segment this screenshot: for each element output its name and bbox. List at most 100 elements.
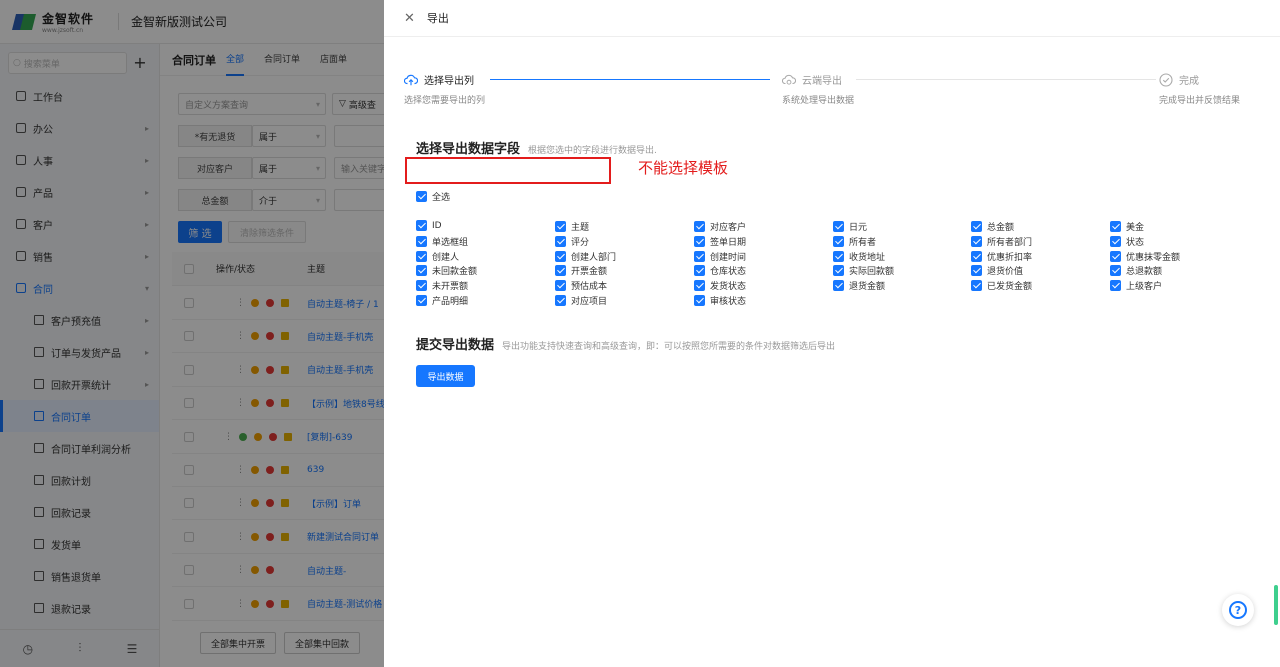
select-all-checkbox[interactable]: 全选 (416, 190, 450, 203)
step-connector (856, 79, 1156, 80)
field-checkbox[interactable]: 退货金额 (833, 279, 885, 292)
field-checkbox[interactable]: 未开票额 (416, 279, 468, 292)
field-label: 创建人部门 (571, 252, 617, 263)
field-label: 美金 (1126, 223, 1145, 233)
field-checkbox[interactable]: 优惠折扣率 (971, 250, 1032, 263)
checkbox-checked-icon (416, 295, 427, 306)
section-submit-export: 提交导出数据 导出功能支持快速查询和高级查询，即：可以按照您所需要的条件对数据筛… (416, 334, 835, 353)
field-label: 日元 (849, 223, 868, 233)
field-checkbox[interactable]: 单选框组 (416, 235, 468, 248)
field-label: 退货价值 (987, 267, 1024, 278)
field-label: 发货状态 (710, 282, 747, 293)
field-checkbox[interactable]: 未回款金额 (416, 264, 477, 277)
field-checkbox[interactable]: 收货地址 (833, 250, 885, 263)
field-label: 创建人 (432, 252, 460, 263)
step-cloud-export: 云端导出 系统处理导出数据 (782, 72, 854, 106)
checkbox-checked-icon (555, 295, 566, 306)
help-button[interactable]: ? (1222, 594, 1254, 626)
field-checkbox[interactable]: 评分 (555, 235, 589, 248)
field-checkbox[interactable]: 签单日期 (694, 235, 746, 248)
field-checkbox[interactable]: 美金 (1110, 220, 1144, 233)
checkbox-checked-icon (694, 280, 705, 292)
field-checkbox[interactable]: 实际回款额 (833, 264, 894, 277)
field-checkbox[interactable]: ID (416, 220, 442, 231)
checkbox-checked-icon (555, 280, 566, 292)
field-checkbox[interactable]: 总金额 (971, 220, 1014, 233)
field-label: 优惠折扣率 (987, 252, 1033, 263)
step-select-columns: 选择导出列 选择您需要导出的列 (404, 72, 485, 106)
field-label: 总退款额 (1126, 267, 1163, 278)
field-checkbox[interactable]: 所有者 (833, 235, 876, 248)
field-checkbox[interactable]: 发货状态 (694, 279, 746, 292)
field-checkbox[interactable]: 创建时间 (694, 250, 746, 263)
field-label: ID (432, 220, 442, 231)
checkbox-checked-icon (416, 235, 427, 247)
field-label: 优惠抹零金额 (1126, 252, 1181, 263)
question-icon: ? (1229, 601, 1247, 619)
field-checkbox[interactable]: 总退款额 (1110, 264, 1162, 277)
field-label: 退货金额 (849, 282, 886, 293)
checkbox-checked-icon (971, 265, 982, 277)
field-label: 预估成本 (571, 282, 608, 293)
field-checkbox[interactable]: 退货价值 (971, 264, 1023, 277)
field-checkbox[interactable]: 预估成本 (555, 279, 607, 292)
section-select-fields: 选择导出数据字段 根据您选中的字段进行数据导出. (416, 138, 657, 157)
field-checkbox[interactable]: 对应项目 (555, 294, 607, 307)
section-title: 选择导出数据字段 (416, 142, 521, 157)
close-icon[interactable]: ✕ (404, 11, 415, 26)
field-label: 创建时间 (710, 252, 747, 263)
field-checkbox[interactable]: 主题 (555, 220, 589, 233)
field-checkbox[interactable]: 创建人 (416, 250, 459, 263)
field-checkbox[interactable]: 所有者部门 (971, 235, 1032, 248)
checkbox-checked-icon (833, 280, 844, 292)
cloud-sync-icon (782, 73, 796, 87)
field-label: 收货地址 (849, 252, 886, 263)
field-checkbox[interactable]: 审核状态 (694, 294, 746, 307)
field-checkbox[interactable]: 状态 (1110, 235, 1144, 248)
checkbox-checked-icon (555, 235, 566, 247)
field-checkbox[interactable]: 创建人部门 (555, 250, 616, 263)
section-subtitle: 导出功能支持快速查询和高级查询，即：可以按照您所需要的条件对数据筛选后导出 (502, 342, 836, 352)
field-checkbox[interactable]: 开票金额 (555, 264, 607, 277)
field-label: 审核状态 (710, 297, 747, 307)
checkbox-checked-icon (971, 280, 982, 292)
field-label: 上级客户 (1126, 282, 1163, 293)
field-label: 产品明细 (432, 297, 469, 307)
section-subtitle: 根据您选中的字段进行数据导出. (528, 146, 657, 156)
export-data-button[interactable]: 导出数据 (416, 365, 475, 387)
checkbox-checked-icon (555, 250, 566, 262)
field-checkbox[interactable]: 优惠抹零金额 (1110, 250, 1180, 263)
cloud-upload-icon (404, 73, 418, 87)
field-label: 已发货金额 (987, 282, 1033, 293)
field-label: 所有者 (849, 237, 877, 248)
checkbox-checked-icon (971, 221, 982, 232)
checkbox-checked-icon (833, 235, 844, 247)
drawer-title: 导出 (426, 12, 449, 25)
checkbox-checked-icon (1110, 280, 1121, 292)
field-checkbox[interactable]: 日元 (833, 220, 867, 233)
field-label: 仓库状态 (710, 267, 747, 278)
field-label: 未回款金额 (432, 267, 478, 278)
checkbox-checked-icon (1110, 221, 1121, 232)
field-label: 签单日期 (710, 237, 747, 248)
field-label: 状态 (1126, 237, 1145, 248)
modal-mask[interactable] (0, 0, 384, 667)
field-label: 主题 (571, 223, 590, 233)
field-checkbox[interactable]: 已发货金额 (971, 279, 1032, 292)
field-label: 实际回款额 (849, 267, 895, 278)
field-checkbox[interactable]: 仓库状态 (694, 264, 746, 277)
field-label: 单选框组 (432, 237, 469, 248)
annotation-box (405, 157, 611, 184)
checkbox-checked-icon (833, 221, 844, 232)
check-circle-icon (1159, 72, 1173, 87)
checkbox-checked-icon (971, 250, 982, 262)
field-checkbox[interactable]: 对应客户 (694, 220, 746, 233)
checkbox-checked-icon (416, 191, 427, 202)
step-finish: 完成 完成导出并反馈结果 (1159, 72, 1240, 106)
checkbox-checked-icon (555, 221, 566, 232)
checkbox-checked-icon (694, 295, 705, 306)
field-checkbox[interactable]: 上级客户 (1110, 279, 1162, 292)
field-label: 对应客户 (710, 223, 747, 233)
field-checkbox[interactable]: 产品明细 (416, 294, 468, 307)
checkbox-checked-icon (416, 265, 427, 277)
